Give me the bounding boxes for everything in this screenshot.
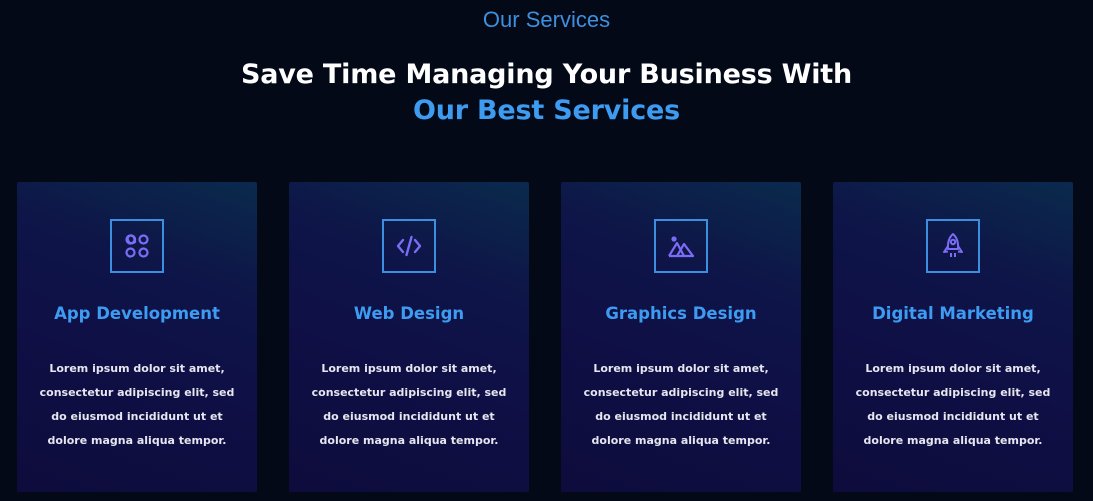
service-description: Lorem ipsum dolor sit amet, consectetur … — [583, 362, 779, 447]
service-description: Lorem ipsum dolor sit amet, consectetur … — [39, 362, 235, 447]
service-card-graphics-design[interactable]: Graphics Design Lorem ipsum dolor sit am… — [561, 182, 801, 492]
rocket-icon — [943, 233, 963, 257]
service-card-app-development[interactable]: App Development Lorem ipsum dolor sit am… — [17, 182, 257, 492]
service-description: Lorem ipsum dolor sit amet, consectetur … — [855, 362, 1051, 447]
section-title-line1: Save Time Managing Your Business With — [240, 59, 853, 90]
section-title: Save Time Managing Your Business With Ou… — [0, 57, 1093, 129]
service-card-web-design[interactable]: Web Design Lorem ipsum dolor sit amet, c… — [289, 182, 529, 492]
apps-icon — [125, 234, 149, 258]
service-icon-box — [110, 219, 164, 273]
service-title: App Development — [54, 304, 220, 323]
section-title-line2: Our Best Services — [412, 95, 681, 126]
service-card-digital-marketing[interactable]: Digital Marketing Lorem ipsum dolor sit … — [833, 182, 1073, 492]
service-description: Lorem ipsum dolor sit amet, consectetur … — [311, 362, 507, 447]
image-icon — [668, 236, 695, 258]
service-title: Digital Marketing — [872, 304, 1034, 323]
code-icon — [396, 235, 422, 257]
service-icon-box — [654, 219, 708, 273]
section-eyebrow: Our Services — [482, 7, 611, 32]
service-icon-box — [382, 219, 436, 273]
services-section: Our Services Save Time Managing Your Bus… — [0, 0, 1093, 501]
service-title: Graphics Design — [605, 304, 757, 323]
services-grid: App Development Lorem ipsum dolor sit am… — [17, 182, 1073, 492]
service-title: Web Design — [353, 304, 465, 323]
service-icon-box — [926, 219, 980, 273]
